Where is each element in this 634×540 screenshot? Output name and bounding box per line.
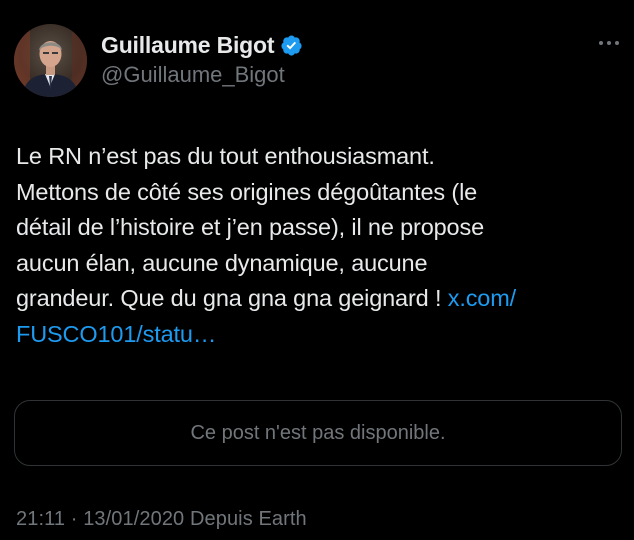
- tweet-source: Depuis Earth: [189, 508, 307, 530]
- meta-separator: ·: [70, 508, 78, 530]
- author-block: Guillaume Bigot @Guillaume_Bigot: [101, 29, 303, 88]
- author-display-name[interactable]: Guillaume Bigot: [101, 32, 275, 59]
- name-row: Guillaume Bigot: [101, 29, 303, 61]
- tweet-date[interactable]: 13/01/2020: [83, 508, 184, 530]
- quote-unavailable-text: Ce post n'est pas disponible.: [190, 421, 446, 444]
- tweet-body: Le RN n’est pas du tout enthousiasmant. …: [16, 143, 484, 312]
- verified-badge-icon[interactable]: [280, 34, 303, 57]
- quoted-post-unavailable[interactable]: Ce post n'est pas disponible.: [14, 400, 622, 466]
- tweet-time[interactable]: 21:11: [16, 508, 65, 530]
- author-handle[interactable]: @Guillaume_Bigot: [101, 62, 303, 88]
- more-options-button[interactable]: [594, 33, 624, 53]
- avatar[interactable]: [14, 24, 87, 97]
- tweet-metadata: 21:11 · 13/01/2020 Depuis Earth: [16, 508, 307, 531]
- tweet-text: Le RN n’est pas du tout enthousiasmant. …: [16, 139, 616, 353]
- tweet-card: Guillaume Bigot @Guillaume_Bigot Le RN n…: [0, 0, 634, 540]
- more-horizontal-icon: [599, 41, 619, 45]
